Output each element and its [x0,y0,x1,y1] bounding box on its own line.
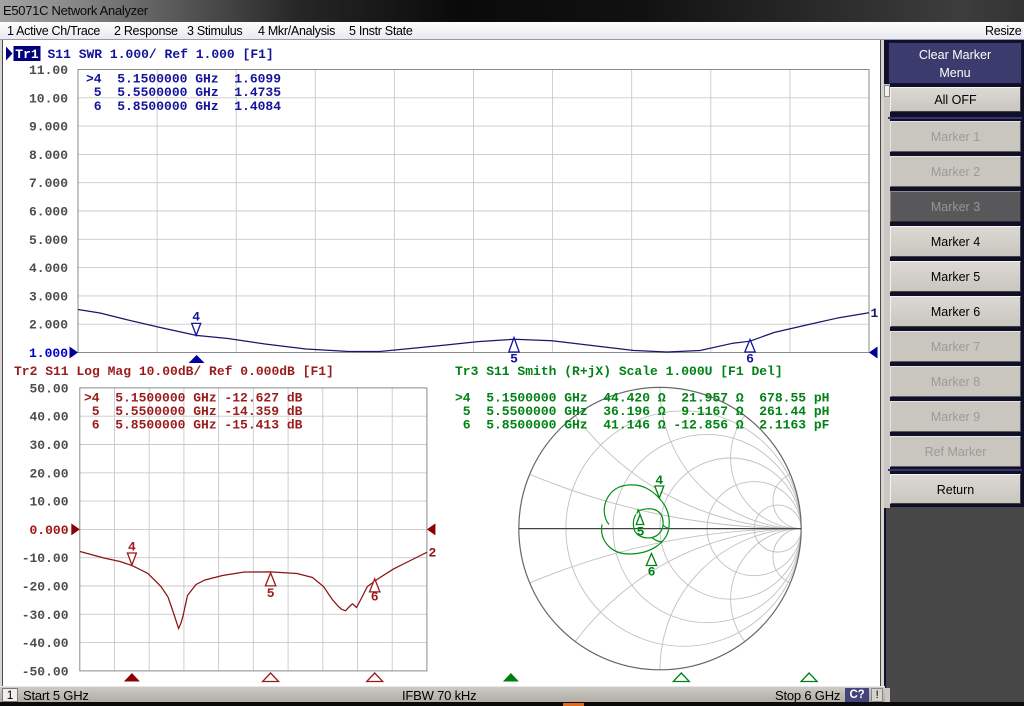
svg-text:6: 6 [371,590,379,605]
svg-text:11.00: 11.00 [29,63,68,78]
svg-text:20.00: 20.00 [29,466,68,481]
svg-text:40.00: 40.00 [29,410,68,425]
svg-text:5: 5 [637,525,645,540]
svg-text:5.000: 5.000 [29,233,68,248]
svg-text:6 5.8500000 GHz 41.146 Ω -12: 6 5.8500000 GHz 41.146 Ω -12.856 Ω 2.116… [455,418,830,433]
svg-text:1.000: 1.000 [29,346,68,361]
svg-text:-10.00: -10.00 [22,551,69,566]
svg-text:2.000: 2.000 [29,318,68,333]
svg-text:9.000: 9.000 [29,120,68,135]
svg-text:0.000: 0.000 [29,523,68,538]
svg-text:-50.00: -50.00 [22,664,69,679]
svg-text:6.000: 6.000 [29,205,68,220]
svg-text:Tr1: Tr1 [15,47,39,62]
svg-text:Tr2 S11 Log Mag 10.00dB/ Ref 0: Tr2 S11 Log Mag 10.00dB/ Ref 0.000dB [F1… [14,364,334,379]
svg-text:1: 1 [871,306,879,321]
svg-text:10.00: 10.00 [29,495,68,510]
svg-text:-20.00: -20.00 [22,580,69,595]
svg-text:3.000: 3.000 [29,289,68,304]
svg-text:Tr3 S11 Smith (R+jX) Scale 1.0: Tr3 S11 Smith (R+jX) Scale 1.000U [F1 De… [455,364,783,379]
svg-text:6 5.8500000 GHz 1.4084: 6 5.8500000 GHz 1.4084 [86,99,281,114]
svg-text:6: 6 [648,565,656,580]
svg-text:S11 SWR 1.000/ Ref 1.000 [F1]: S11 SWR 1.000/ Ref 1.000 [F1] [48,47,274,62]
svg-text:10.00: 10.00 [29,91,68,106]
svg-text:30.00: 30.00 [29,438,68,453]
svg-text:2: 2 [429,546,437,561]
svg-text:5: 5 [267,586,275,601]
svg-text:8.000: 8.000 [29,148,68,163]
svg-text:50.00: 50.00 [29,381,68,396]
svg-text:-30.00: -30.00 [22,608,69,623]
svg-text:-40.00: -40.00 [22,636,69,651]
svg-text:4.000: 4.000 [29,261,68,276]
svg-text:4: 4 [128,540,136,555]
svg-text:6 5.8500000 GHz -15.413 dB: 6 5.8500000 GHz -15.413 dB [84,418,303,433]
svg-text:7.000: 7.000 [29,176,68,191]
svg-text:4: 4 [192,310,200,325]
